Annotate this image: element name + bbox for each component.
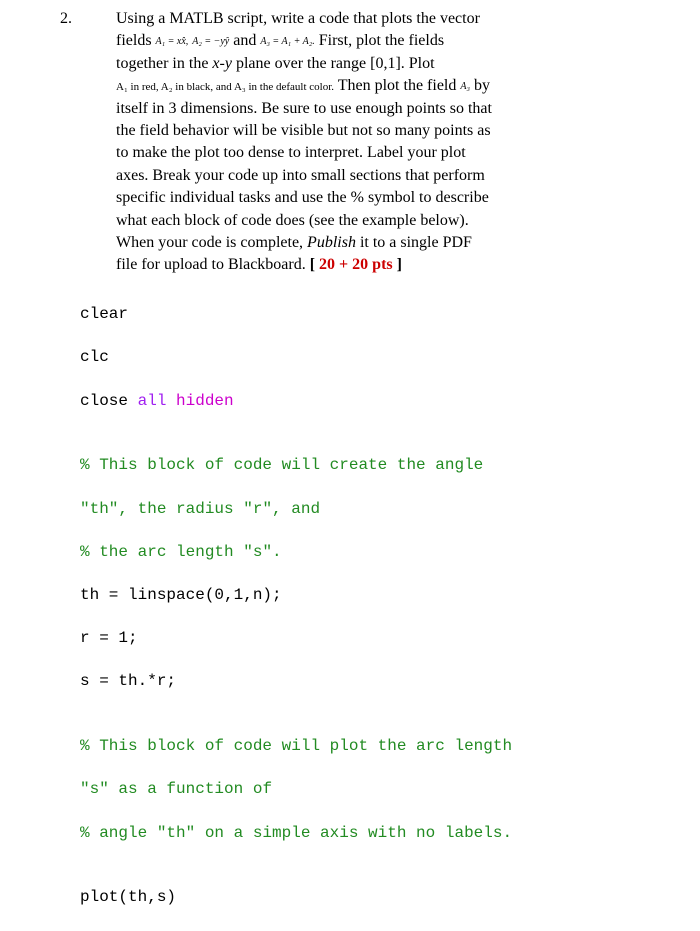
problem-text: Using a MATLB script, write a code that … bbox=[116, 8, 640, 277]
code-text: close bbox=[80, 392, 138, 410]
text-part: Using a MATLB script, write a code that … bbox=[116, 10, 480, 27]
xy-plane: x-y bbox=[212, 55, 232, 72]
comment-str: "s" bbox=[80, 780, 109, 798]
code-line: r = 1; bbox=[80, 628, 640, 650]
code-block: clear clc close all hidden % This block … bbox=[80, 283, 640, 931]
comment-line: % angle "th" on a simple axis with no la… bbox=[80, 823, 640, 845]
text-part: it to a single PDF bbox=[356, 234, 472, 251]
publish-word: Publish bbox=[307, 234, 356, 251]
text-part: When your code is complete, bbox=[116, 234, 307, 251]
code-line: clear bbox=[80, 304, 640, 326]
comment-line: "s" as a function of bbox=[80, 779, 640, 801]
code-text: clear bbox=[80, 305, 128, 323]
code-line: clc bbox=[80, 347, 640, 369]
keyword-all: all bbox=[138, 392, 176, 410]
points-bracket-open: [ bbox=[310, 256, 319, 273]
comment-str: "th" bbox=[157, 824, 195, 842]
comment-text: on a simple axis with no labels. bbox=[195, 824, 512, 842]
comment-line: % This block of code will create the ang… bbox=[80, 455, 640, 477]
text-part: file for upload to Blackboard. bbox=[116, 256, 310, 273]
comment-text: , the radius bbox=[118, 500, 243, 518]
text-part: fields bbox=[116, 32, 156, 49]
code-line: close all hidden bbox=[80, 391, 640, 413]
formula-a3-ref: A₃ bbox=[460, 80, 470, 94]
code-line: th = linspace(0,1,n); bbox=[80, 585, 640, 607]
text-part: itself in 3 dimensions. Be sure to use e… bbox=[116, 100, 492, 117]
comment-line: % the arc length "s". bbox=[80, 542, 640, 564]
text-part: by bbox=[470, 77, 490, 94]
problem-container: 2. Using a MATLB script, write a code th… bbox=[80, 8, 640, 277]
problem-number: 2. bbox=[60, 8, 72, 30]
formula-a2: A₂ = −yŷ bbox=[192, 35, 229, 49]
text-part: plane over the range [0,1]. Plot bbox=[232, 55, 435, 72]
comment-text: % angle bbox=[80, 824, 157, 842]
points-value: 20 + 20 pts bbox=[319, 256, 393, 273]
text-part: axes. Break your code up into small sect… bbox=[116, 167, 485, 184]
comment-str: "s" bbox=[243, 543, 272, 561]
text-part: the field behavior will be visible but n… bbox=[116, 122, 491, 139]
comment-text: as a function of bbox=[109, 780, 272, 798]
formula-a1: A₁ = xx̂, bbox=[156, 35, 189, 49]
comment-text: % the arc length bbox=[80, 543, 243, 561]
text-part: to make the plot too dense to interpret.… bbox=[116, 144, 466, 161]
comment-str: "th" bbox=[80, 500, 118, 518]
comment-text: , and bbox=[272, 500, 320, 518]
text-part: Then plot the field bbox=[334, 77, 460, 94]
code-line: s = th.*r; bbox=[80, 671, 640, 693]
formula-a3: A₃ = A₁ + A₂. bbox=[260, 35, 314, 49]
text-part: specific individual tasks and use the % … bbox=[116, 189, 489, 206]
text-part: what each block of code does (see the ex… bbox=[116, 212, 469, 229]
comment-line: "th", the radius "r", and bbox=[80, 499, 640, 521]
code-line: plot(th,s) bbox=[80, 887, 640, 909]
keyword-hidden: hidden bbox=[176, 392, 234, 410]
points-bracket-close: ] bbox=[393, 256, 402, 273]
comment-str: "r" bbox=[243, 500, 272, 518]
comment-line: % This block of code will plot the arc l… bbox=[80, 736, 640, 758]
code-text: clc bbox=[80, 348, 109, 366]
text-part: together in the bbox=[116, 55, 212, 72]
comment-text: . bbox=[272, 543, 282, 561]
text-part: First, plot the fields bbox=[315, 32, 444, 49]
text-part: and bbox=[229, 32, 260, 49]
plot-note: A₁ in red, A₂ in black, and A₃ in the de… bbox=[116, 81, 334, 93]
